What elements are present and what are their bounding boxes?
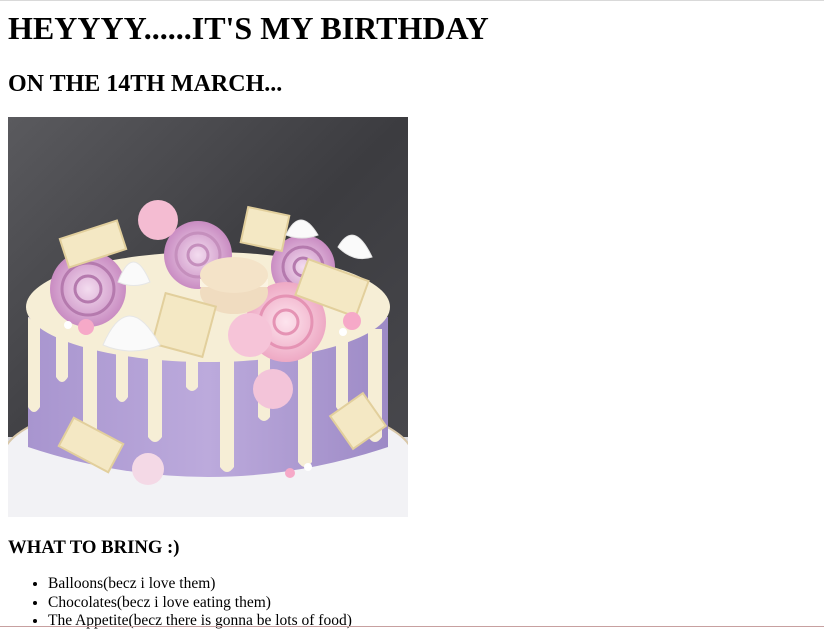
page-title: HEYYYY......IT'S MY BIRTHDAY [8,10,489,46]
bring-heading: WHAT TO BRING :) [8,537,180,558]
list-item: Balloons(becz i love them) [48,575,816,594]
bring-list: Balloons(becz i love them) Chocolates(be… [8,575,816,631]
cake-photo [8,117,408,517]
list-item: The Appetite(becz there is gonna be lots… [48,612,816,631]
list-item: Chocolates(becz i love eating them) [48,594,816,613]
date-subheading: ON THE 14TH MARCH... [8,71,283,97]
page-content: HEYYYY......IT'S MY BIRTHDAY ON THE 14TH… [8,0,816,631]
